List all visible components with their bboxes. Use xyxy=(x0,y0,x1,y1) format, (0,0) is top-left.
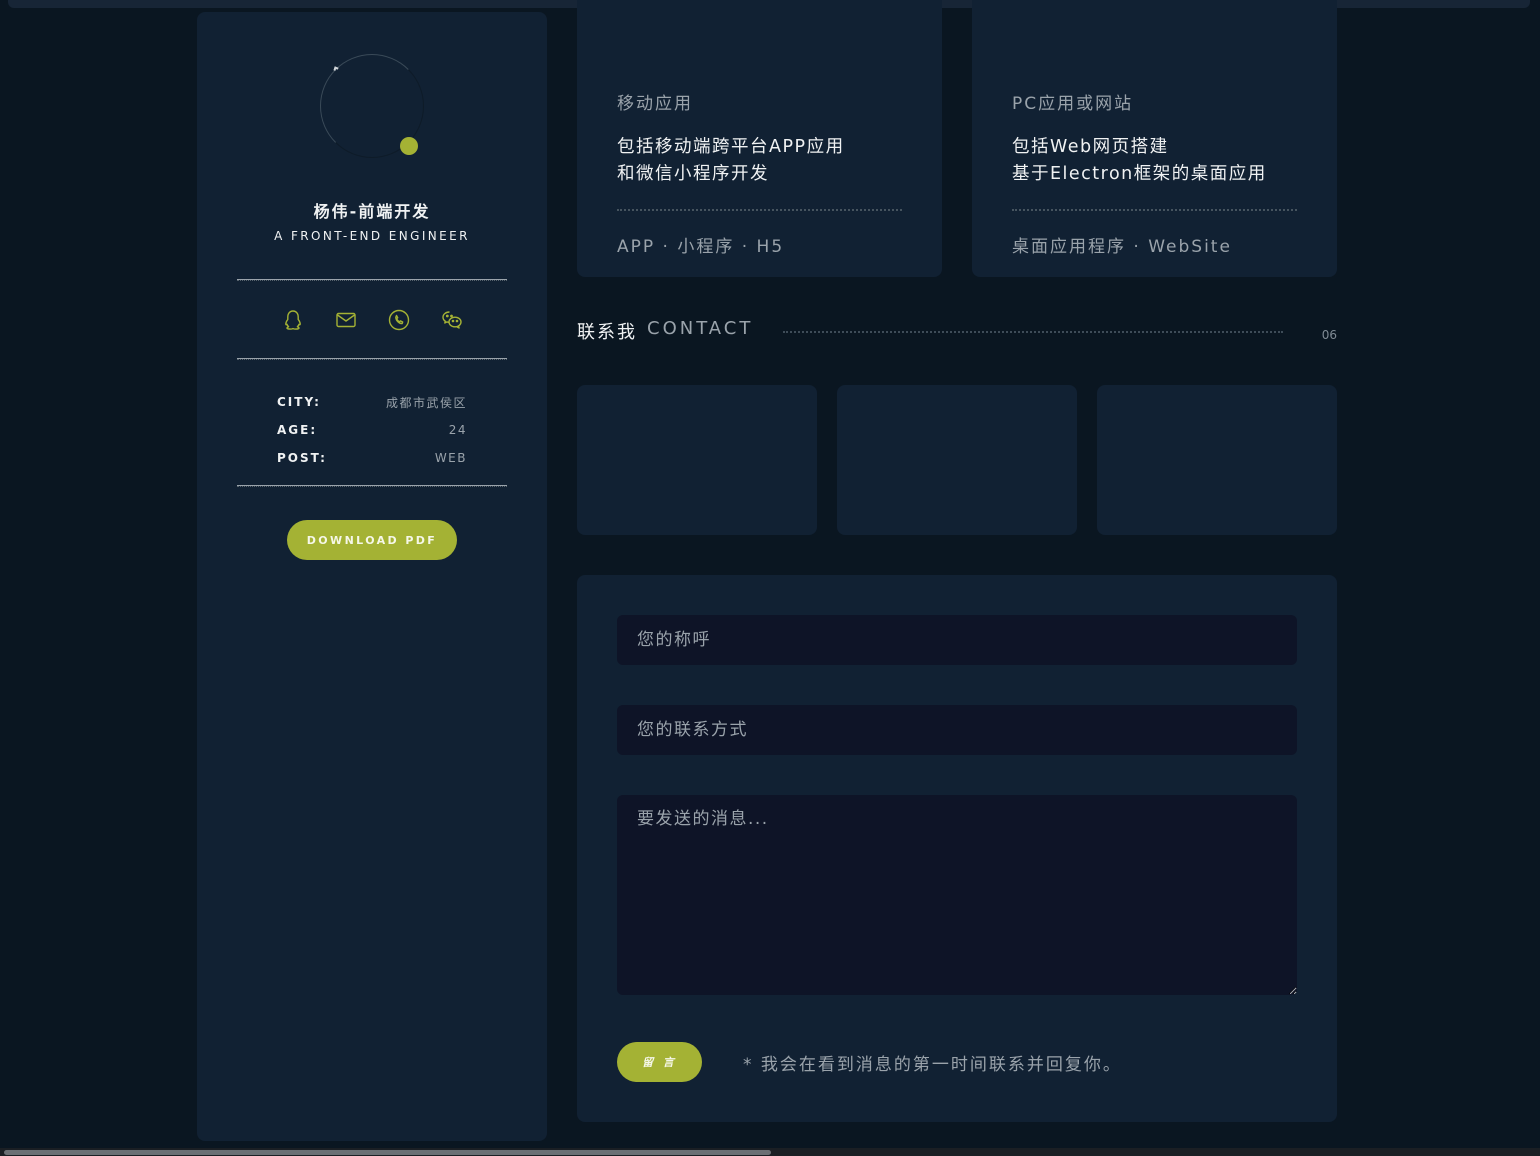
contact-info-card xyxy=(1097,385,1337,535)
service-card-pc: PC应用或网站 包括Web网页搭建 基于Electron框架的桌面应用 桌面应用… xyxy=(972,0,1337,277)
dotted-divider xyxy=(1012,209,1297,211)
submit-message-button[interactable]: 留 言 xyxy=(617,1042,702,1082)
service-title: PC应用或网站 xyxy=(1012,94,1134,114)
service-tags: 桌面应用程序 · WebSite xyxy=(1012,237,1232,257)
service-card-mobile: 移动应用 包括移动端跨平台APP应用 和微信小程序开发 APP · 小程序 · … xyxy=(577,0,942,277)
info-value: WEB xyxy=(434,451,467,465)
service-description: 包括移动端跨平台APP应用 和微信小程序开发 xyxy=(617,134,917,188)
section-number: 06 xyxy=(1321,328,1337,342)
wechat-icon[interactable] xyxy=(440,308,464,332)
mail-icon[interactable] xyxy=(334,308,358,332)
info-row-city: CITY: 成都市武侯区 xyxy=(277,388,467,416)
divider xyxy=(237,485,507,487)
section-divider xyxy=(783,331,1283,333)
contact-input[interactable] xyxy=(617,705,1297,755)
section-title-en: CONTACT xyxy=(647,318,754,339)
profile-name: 杨伟-前端开发 xyxy=(313,202,431,221)
download-pdf-button[interactable]: DOWNLOAD PDF xyxy=(287,520,457,560)
online-status-dot xyxy=(400,137,418,155)
scrollbar-thumb[interactable] xyxy=(4,1150,771,1155)
profile-sidebar: 杨伟-前端开发 A FRONT-END ENGINEER CITY: 成都市武侯… xyxy=(197,12,547,1141)
service-description: 包括Web网页搭建 基于Electron框架的桌面应用 xyxy=(1012,134,1312,188)
divider xyxy=(237,279,507,281)
service-description-line: 和微信小程序开发 xyxy=(617,164,769,184)
dotted-divider xyxy=(617,209,902,211)
contact-form: 留 言 * 我会在看到消息的第一时间联系并回复你。 xyxy=(577,575,1337,1122)
info-value: 成都市武侯区 xyxy=(385,395,467,410)
service-description-line: 包括Web网页搭建 xyxy=(1012,137,1169,157)
phone-icon[interactable] xyxy=(387,308,411,332)
info-row-age: AGE: 24 xyxy=(277,416,467,444)
info-key: CITY: xyxy=(277,395,321,409)
name-input[interactable] xyxy=(617,615,1297,665)
info-key: POST: xyxy=(277,451,327,465)
profile-info: CITY: 成都市武侯区 AGE: 24 POST: WEB xyxy=(277,388,467,472)
service-title: 移动应用 xyxy=(617,94,693,114)
info-row-post: POST: WEB xyxy=(277,444,467,472)
message-textarea[interactable] xyxy=(617,795,1297,995)
service-tags: APP · 小程序 · H5 xyxy=(617,237,785,257)
section-title-cn: 联系我 xyxy=(577,322,637,343)
service-description-line: 包括移动端跨平台APP应用 xyxy=(617,137,845,157)
info-key: AGE: xyxy=(277,423,318,437)
divider xyxy=(237,358,507,360)
info-value: 24 xyxy=(448,423,467,437)
contact-info-card xyxy=(577,385,817,535)
avatar xyxy=(320,54,424,162)
contact-info-card xyxy=(837,385,1077,535)
social-links xyxy=(197,308,547,334)
contact-section-heading: 联系我 CONTACT 06 xyxy=(577,318,1337,348)
profile-role: A FRONT-END ENGINEER xyxy=(274,229,470,243)
form-note: * 我会在看到消息的第一时间联系并回复你。 xyxy=(743,1055,1122,1075)
service-description-line: 基于Electron框架的桌面应用 xyxy=(1012,164,1267,184)
qq-icon[interactable] xyxy=(281,308,305,332)
